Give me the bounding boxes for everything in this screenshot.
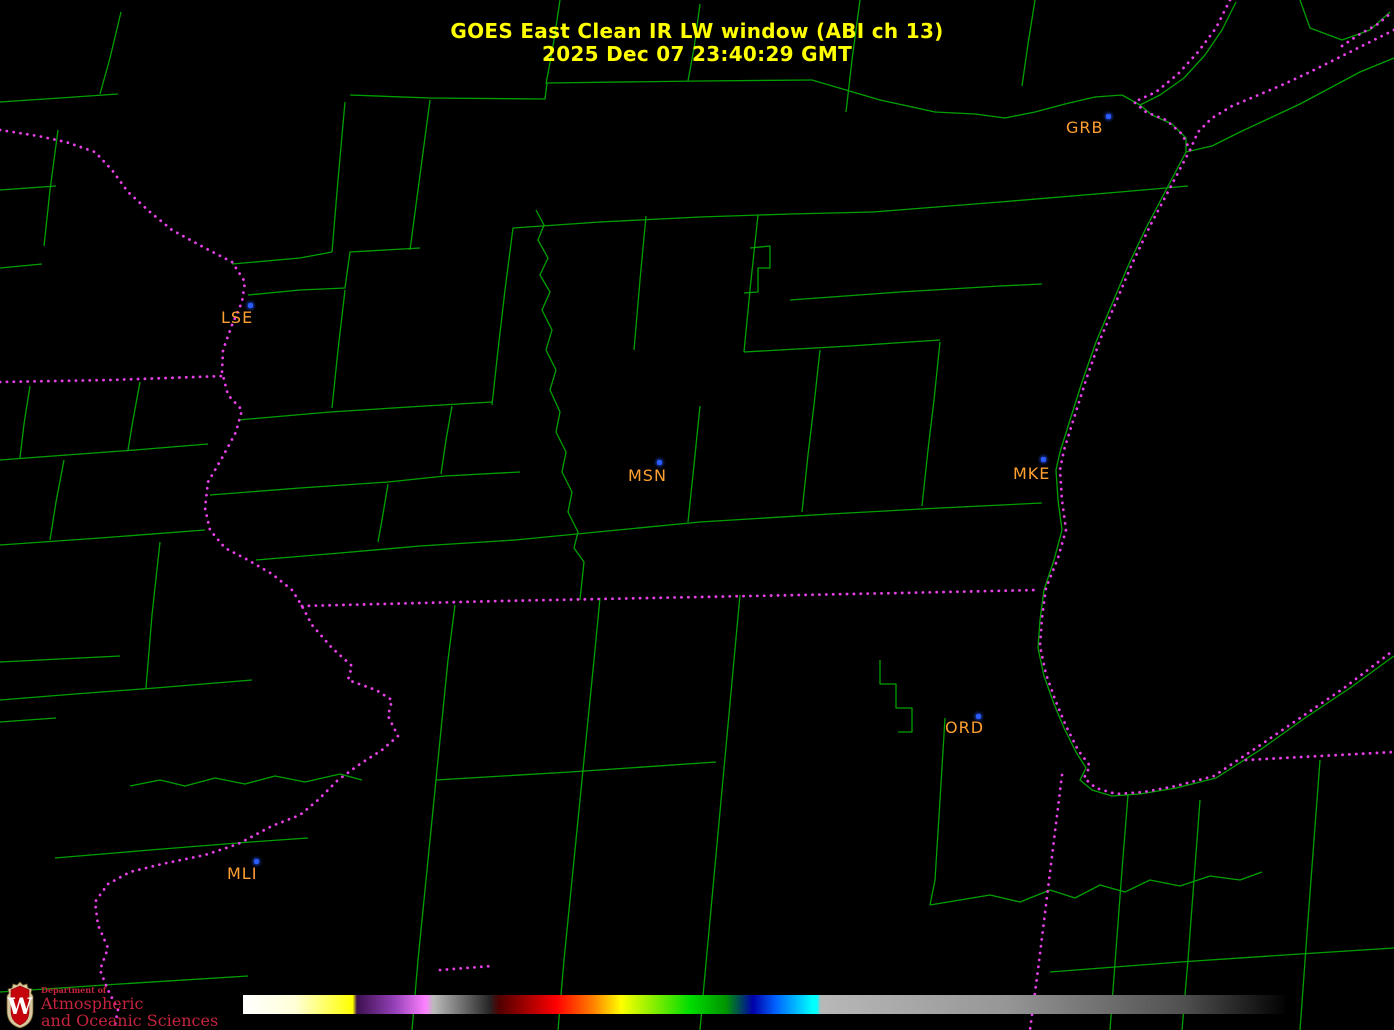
county-line	[744, 246, 770, 293]
county-line	[20, 386, 30, 458]
river-line	[930, 872, 1262, 905]
title-line1: GOES East Clean IR LW window (ABI ch 13)	[0, 20, 1394, 43]
river-line	[536, 210, 584, 600]
county-line	[1300, 760, 1320, 1030]
county-line	[1050, 948, 1394, 972]
county-line	[256, 540, 515, 560]
county-line	[492, 228, 513, 405]
county-line	[688, 406, 700, 522]
county-line	[790, 284, 1042, 300]
station-marker	[657, 460, 662, 465]
uw-crest-icon: W	[6, 981, 34, 1029]
map-canvas	[0, 0, 1394, 1030]
station-marker	[1106, 114, 1111, 119]
image-title: GOES East Clean IR LW window (ABI ch 13)…	[0, 20, 1394, 66]
county-line	[232, 252, 332, 264]
county-line	[0, 680, 252, 700]
station-label: MSN	[628, 466, 667, 485]
county-line	[922, 342, 940, 506]
mi-in-border	[1246, 752, 1394, 760]
satellite-map-screen: GOES East Clean IR LW window (ABI ch 13)…	[0, 0, 1394, 1030]
county-line	[873, 186, 1188, 212]
county-line	[744, 340, 940, 352]
county-line	[930, 718, 945, 905]
county-line	[744, 215, 758, 352]
station-label: MLI	[227, 864, 257, 883]
county-line	[412, 605, 455, 1030]
county-line	[44, 130, 58, 246]
county-line	[880, 660, 912, 732]
county-line	[146, 542, 160, 688]
uw-aos-logo: W Department of Atmospheric and Oceanic …	[6, 981, 218, 1029]
logo-line1: Atmospheric	[41, 995, 218, 1012]
county-line	[378, 484, 388, 542]
county-line	[513, 212, 873, 228]
station-label: GRB	[1066, 118, 1104, 137]
county-line	[558, 598, 600, 1030]
station-marker	[1041, 457, 1046, 462]
county-line	[332, 102, 345, 252]
station-label: LSE	[221, 308, 253, 327]
title-line2: 2025 Dec 07 23:40:29 GMT	[0, 43, 1394, 66]
county-line	[0, 264, 42, 268]
county-line	[436, 762, 716, 780]
crest-monogram: W	[7, 994, 33, 1020]
county-line	[410, 100, 430, 250]
county-line	[0, 718, 56, 722]
county-line	[0, 186, 56, 190]
il-in-border	[1030, 775, 1062, 1030]
county-line	[515, 503, 1042, 540]
county-line	[332, 290, 345, 408]
county-line	[128, 382, 140, 450]
wi-il-border	[302, 590, 1037, 606]
county-line	[700, 595, 740, 1030]
county-boundaries-layer	[0, 0, 1394, 1030]
station-label: ORD	[945, 718, 984, 737]
mn-ia-border	[0, 376, 224, 382]
shoreline-line	[1038, 152, 1394, 796]
county-line	[812, 80, 975, 114]
river-line	[130, 774, 362, 786]
border-fragment	[440, 966, 492, 970]
ir-enhancement-colorbar	[243, 995, 1288, 1014]
county-line	[50, 460, 64, 540]
county-line	[0, 530, 205, 545]
county-line	[248, 248, 420, 295]
county-line	[802, 350, 820, 512]
county-line	[975, 95, 1140, 118]
station-label: MKE	[1013, 464, 1050, 483]
county-line	[55, 838, 308, 858]
county-line	[350, 80, 812, 99]
logo-line2: and Oceanic Sciences	[41, 1012, 218, 1029]
logo-text: Department of Atmospheric and Oceanic Sc…	[41, 981, 218, 1029]
county-line	[238, 402, 492, 420]
county-line	[441, 406, 452, 474]
shoreline-line	[1186, 58, 1394, 152]
county-line	[0, 656, 120, 662]
county-line	[634, 216, 646, 350]
lake-michigan-shore	[1040, 150, 1394, 794]
mississippi-river-border	[0, 130, 398, 1030]
county-line	[0, 94, 118, 102]
county-line	[210, 472, 520, 495]
county-line	[0, 444, 208, 460]
